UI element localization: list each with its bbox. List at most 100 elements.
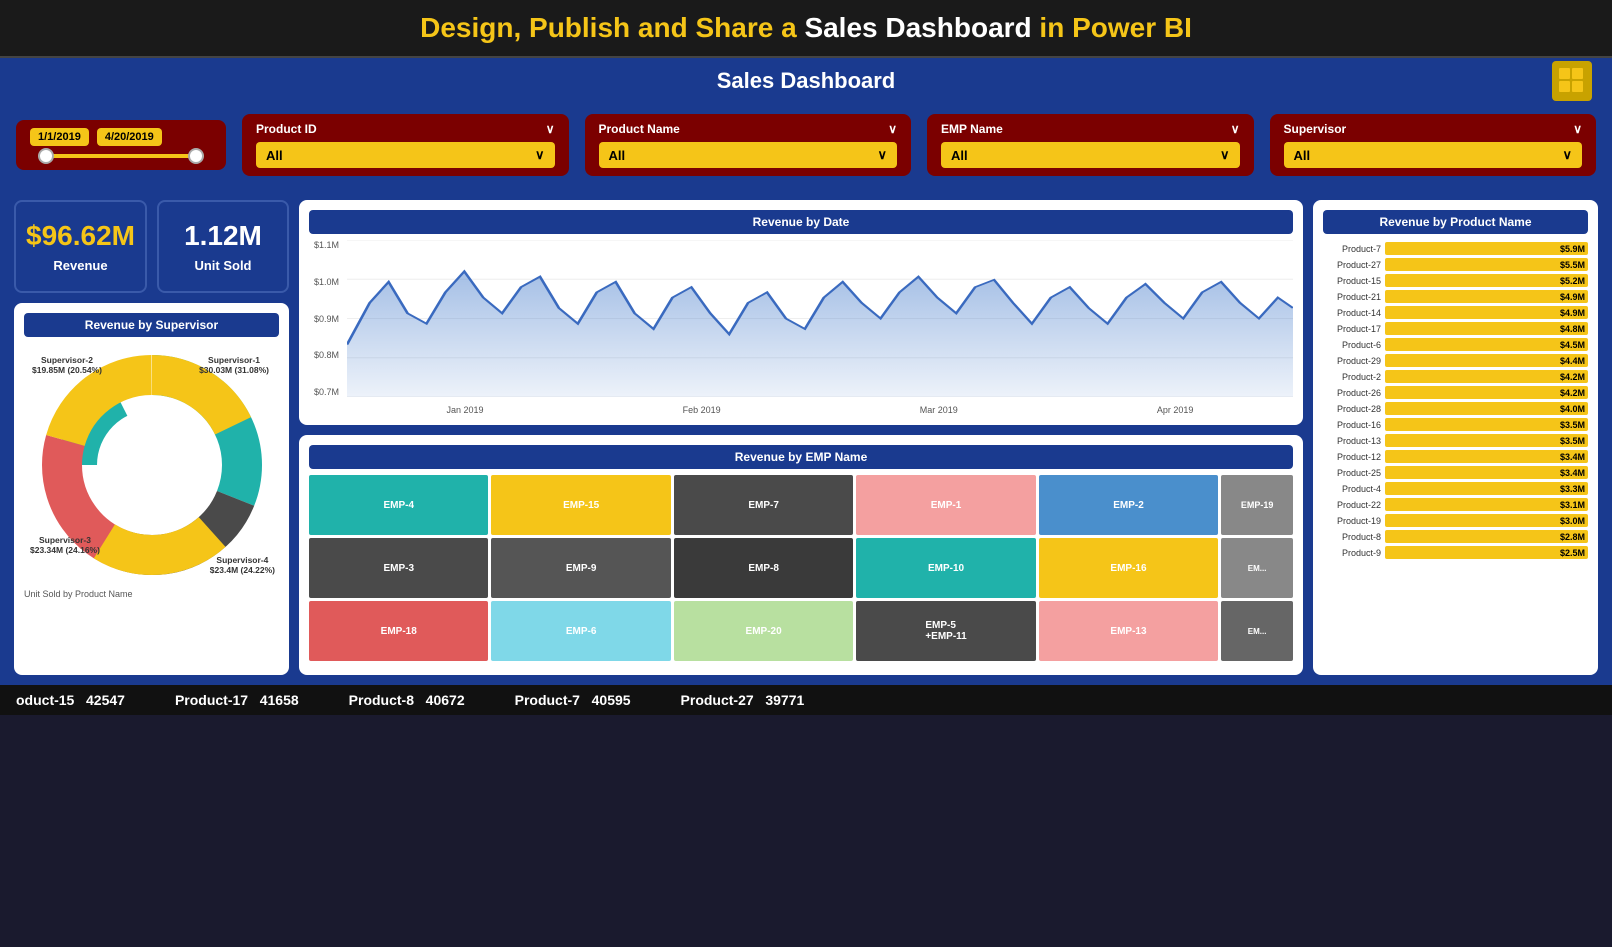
emp-cell-7[interactable]: EMP-7 <box>674 475 853 535</box>
emp-cell-extra1[interactable]: EM... <box>1221 538 1293 598</box>
x-axis: Jan 2019 Feb 2019 Mar 2019 Apr 2019 <box>347 405 1293 415</box>
page-title: Design, Publish and Share a Sales Dashbo… <box>0 12 1612 44</box>
filter-row: 1/1/2019 4/20/2019 Product ID ∨ All ∨ Pr… <box>0 104 1612 190</box>
units-label: Unit Sold <box>169 258 277 273</box>
product-id-dropdown[interactable]: All ∨ <box>256 142 555 168</box>
product-bar-row[interactable]: Product-21 $4.9M <box>1323 290 1588 303</box>
product-bar-row[interactable]: Product-6 $4.5M <box>1323 338 1588 351</box>
date-filter[interactable]: 1/1/2019 4/20/2019 <box>16 120 226 170</box>
product-bar-row[interactable]: Product-25$3.4M <box>1323 466 1588 479</box>
product-revenue-title: Revenue by Product Name <box>1323 210 1588 234</box>
product-bar-row[interactable]: Product-4$3.3M <box>1323 482 1588 495</box>
product-bar-value: $4.9M <box>1560 308 1585 318</box>
product-bar-label: Product-16 <box>1323 420 1381 430</box>
emp-cell-13[interactable]: EMP-13 <box>1039 601 1218 661</box>
title-text-1: Design, Publish and Share a <box>420 12 804 43</box>
supervisor-dropdown[interactable]: All ∨ <box>1284 142 1583 168</box>
emp-cell-15[interactable]: EMP-15 <box>491 475 670 535</box>
product-bar-track: $5.2M <box>1385 274 1588 287</box>
revenue-value: $96.62M <box>26 220 135 252</box>
product-bar-row[interactable]: Product-22$3.1M <box>1323 498 1588 511</box>
slider-thumb-right[interactable] <box>188 148 204 164</box>
product-bar-value: $3.0M <box>1560 516 1585 526</box>
product-bar-value: $5.5M <box>1560 260 1585 270</box>
emp-cell-16[interactable]: EMP-16 <box>1039 538 1218 598</box>
product-bar-value: $4.2M <box>1560 372 1585 382</box>
supervisor1-label: Supervisor-1 $30.03M (31.08%) <box>199 355 269 375</box>
product-bar-label: Product-6 <box>1323 340 1381 350</box>
product-bar-value: $3.5M <box>1560 436 1585 446</box>
date-badges: 1/1/2019 4/20/2019 <box>30 128 212 146</box>
emp-name-filter[interactable]: EMP Name ∨ All ∨ <box>927 114 1254 176</box>
revenue-label: Revenue <box>26 258 135 273</box>
product-bar-row[interactable]: Product-15 $5.2M <box>1323 274 1588 287</box>
product-bar-row[interactable]: Product-13$3.5M <box>1323 434 1588 447</box>
date-slider[interactable] <box>38 154 204 158</box>
product-bar-value: $5.2M <box>1560 276 1585 286</box>
emp-cell-extra2[interactable]: EM... <box>1221 601 1293 661</box>
emp-cell-19[interactable]: EMP-19 <box>1221 475 1293 535</box>
emp-cell-1[interactable]: EMP-1 <box>856 475 1035 535</box>
product-bar-row[interactable]: Product-19$3.0M <box>1323 514 1588 527</box>
slider-thumb-left[interactable] <box>38 148 54 164</box>
product-bar-label: Product-22 <box>1323 500 1381 510</box>
emp-cell-3[interactable]: EMP-3 <box>309 538 488 598</box>
ticker-item: Product-8 40672 <box>349 692 465 708</box>
emp-cell-5[interactable]: EMP-5+EMP-11 <box>856 601 1035 661</box>
product-bar-label: Product-7 <box>1323 244 1381 254</box>
product-bar-track: $3.4M <box>1385 466 1588 479</box>
emp-name-dropdown[interactable]: All ∨ <box>941 142 1240 168</box>
product-bar-track: $4.0M <box>1385 402 1588 415</box>
title-bar: Design, Publish and Share a Sales Dashbo… <box>0 0 1612 58</box>
emp-treemap-card: Revenue by EMP Name EMP-4 EMP-15 EMP-7 E… <box>299 435 1303 675</box>
supervisor-label: Supervisor ∨ <box>1284 122 1583 136</box>
supervisor-filter[interactable]: Supervisor ∨ All ∨ <box>1270 114 1597 176</box>
emp-cell-6[interactable]: EMP-6 <box>491 601 670 661</box>
date-end-badge[interactable]: 4/20/2019 <box>97 128 162 146</box>
product-bar-row[interactable]: Product-2$4.2M <box>1323 370 1588 383</box>
product-bar-list: Product-7 $5.9M Product-27 $5.5M Product-15 $… <box>1323 242 1588 559</box>
product-bar-label: Product-4 <box>1323 484 1381 494</box>
product-bar-row[interactable]: Product-14$4.9M <box>1323 306 1588 319</box>
product-bar-label: Product-15 <box>1323 276 1381 286</box>
product-bar-track: $5.9M <box>1385 242 1588 255</box>
product-name-dropdown[interactable]: All ∨ <box>599 142 898 168</box>
product-bar-value: $5.9M <box>1560 244 1585 254</box>
units-value: 1.12M <box>169 220 277 252</box>
product-bar-row[interactable]: Product-26$4.2M <box>1323 386 1588 399</box>
product-bar-row[interactable]: Product-9$2.5M <box>1323 546 1588 559</box>
emp-cell-4[interactable]: EMP-4 <box>309 475 488 535</box>
emp-cell-10[interactable]: EMP-10 <box>856 538 1035 598</box>
emp-cell-9[interactable]: EMP-9 <box>491 538 670 598</box>
emp-cell-8[interactable]: EMP-8 <box>674 538 853 598</box>
product-bar-track: $4.4M <box>1385 354 1588 367</box>
product-bar-row[interactable]: Product-12$3.4M <box>1323 450 1588 463</box>
product-bar-track: $3.5M <box>1385 434 1588 447</box>
product-bar-row[interactable]: Product-29$4.4M <box>1323 354 1588 367</box>
product-bar-label: Product-27 <box>1323 260 1381 270</box>
emp-cell-2[interactable]: EMP-2 <box>1039 475 1218 535</box>
product-name-filter[interactable]: Product Name ∨ All ∨ <box>585 114 912 176</box>
product-bar-row[interactable]: Product-27 $5.5M <box>1323 258 1588 271</box>
product-bar-row[interactable]: Product-17$4.8M <box>1323 322 1588 335</box>
product-bar-row[interactable]: Product-8$2.8M <box>1323 530 1588 543</box>
emp-cell-18[interactable]: EMP-18 <box>309 601 488 661</box>
header: Sales Dashboard <box>0 58 1612 104</box>
product-bar-row[interactable]: Product-7 $5.9M <box>1323 242 1588 255</box>
product-bar-row[interactable]: Product-28 $4.0M <box>1323 402 1588 415</box>
product-id-filter[interactable]: Product ID ∨ All ∨ <box>242 114 569 176</box>
revenue-date-card: Revenue by Date $1.1M $1.0M $0.9M $0.8M … <box>299 200 1303 425</box>
product-bar-track: $4.9M <box>1385 290 1588 303</box>
product-bar-track: $5.5M <box>1385 258 1588 271</box>
product-bar-label: Product-28 <box>1323 404 1381 414</box>
date-start-badge[interactable]: 1/1/2019 <box>30 128 89 146</box>
product-bar-row[interactable]: Product-16$3.5M <box>1323 418 1588 431</box>
product-bar-value: $3.4M <box>1560 452 1585 462</box>
product-bar-value: $4.4M <box>1560 356 1585 366</box>
emp-cell-20[interactable]: EMP-20 <box>674 601 853 661</box>
product-bar-track: $4.5M <box>1385 338 1588 351</box>
emp-treemap: EMP-4 EMP-15 EMP-7 EMP-1 EMP-2 EMP-19 EM… <box>309 475 1293 665</box>
grid-icon <box>1552 61 1592 101</box>
product-bar-label: Product-21 <box>1323 292 1381 302</box>
title-text-3: in Power BI <box>1032 12 1192 43</box>
